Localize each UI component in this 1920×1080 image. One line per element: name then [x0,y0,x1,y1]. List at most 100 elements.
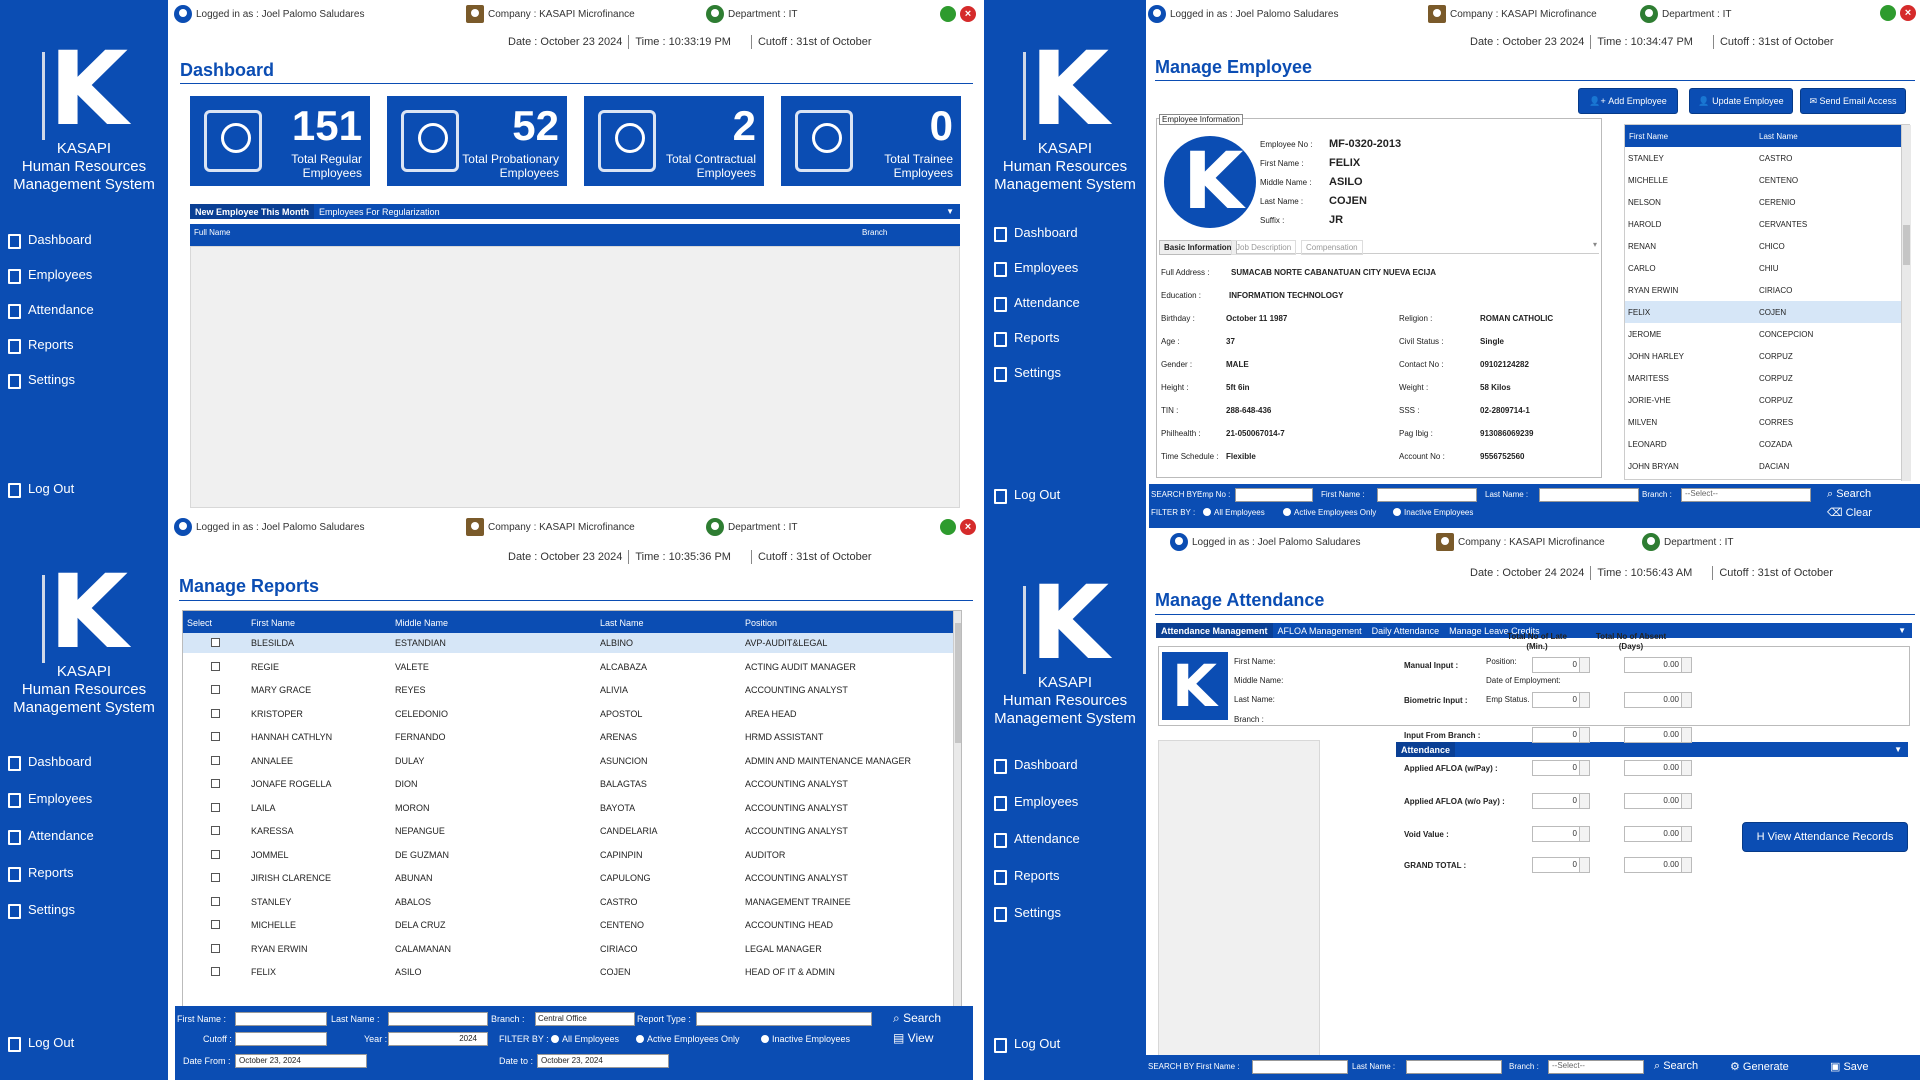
view-button[interactable]: ▤ View [893,1031,933,1045]
table-row[interactable]: RYAN ERWIN CALAMANAN CIRIACO LEGAL MANAGER [183,939,953,959]
list-item[interactable]: LEONARD COZADA [1625,433,1901,455]
list-item[interactable]: CARLO CHIU [1625,257,1901,279]
radio-inactive[interactable]: Inactive Employees [1387,508,1473,517]
clear-button[interactable]: ⌫ Clear [1827,506,1872,519]
row-checkbox[interactable] [211,708,220,718]
nav-reports[interactable]: Reports [992,320,1080,355]
row-checkbox[interactable] [211,896,220,906]
close-button[interactable]: × [960,6,976,22]
table-row[interactable]: MICHELLE DELA CRUZ CENTENO ACCOUNTING HEAD [183,915,953,935]
nav-attendance[interactable]: Attendance [6,292,94,327]
update-employee-button[interactable]: 👤 Update Employee [1689,88,1793,114]
late-stepper[interactable]: 0 [1532,857,1590,873]
table-row[interactable]: JIRISH CLARENCE ABUNAN CAPULONG ACCOUNTING … [183,868,953,888]
tab-new-employee[interactable]: New Employee This Month [190,204,315,219]
last-name-input[interactable] [1539,488,1639,502]
chevron-down-icon[interactable]: ▼ [946,207,954,216]
list-item[interactable]: JORIE-VHE CORPUZ [1625,389,1901,411]
row-checkbox[interactable] [211,661,220,671]
report-type-select[interactable] [696,1012,872,1026]
first-name-input[interactable] [235,1012,327,1026]
nav-employees[interactable]: Employees [992,250,1080,285]
nav-reports[interactable]: Reports [6,854,94,891]
tab-afloa[interactable]: AFLOA Management [1273,623,1367,638]
tab-daily[interactable]: Daily Attendance [1367,623,1445,638]
nav-reports[interactable]: Reports [6,327,94,362]
absent-stepper[interactable]: 0.00 [1624,857,1692,873]
late-stepper[interactable]: 0 [1532,793,1590,809]
table-row[interactable]: FELIX ASILO COJEN HEAD OF IT & ADMIN [183,962,953,982]
row-checkbox[interactable] [211,802,220,812]
table-row[interactable]: MARY GRACE REYES ALIVIA ACCOUNTING ANALYST [183,680,953,700]
radio-active[interactable]: Active Employees Only [630,1034,740,1044]
nav-dashboard[interactable]: Dashboard [6,222,94,257]
row-checkbox[interactable] [211,638,220,647]
list-item[interactable]: JOHN HARLEY CORPUZ [1625,345,1901,367]
tab-attendance-mgmt[interactable]: Attendance Management [1156,623,1273,638]
list-item[interactable]: NELSON CERENIO [1625,191,1901,213]
absent-stepper[interactable]: 0.00 [1624,760,1692,776]
list-item[interactable]: RENAN CHICO [1625,235,1901,257]
list-item[interactable]: MILVEN CORRES [1625,411,1901,433]
absent-stepper[interactable]: 0.00 [1624,657,1692,673]
row-checkbox[interactable] [211,779,220,788]
tab-compensation[interactable]: Compensation [1301,240,1363,255]
chevron-down-icon[interactable]: ▼ [1894,745,1902,754]
late-stepper[interactable]: 0 [1532,692,1590,708]
list-item[interactable]: JEROME CONCEPCION [1625,323,1901,345]
row-checkbox[interactable] [211,755,220,765]
logout-button[interactable]: Log Out [992,1036,1060,1053]
table-row[interactable]: KRISTOPER CELEDONIO APOSTOL AREA HEAD [183,704,953,724]
branch-select[interactable]: --Select-- [1681,488,1811,502]
nav-settings[interactable]: Settings [6,891,94,928]
tab-regularization[interactable]: Employees For Regularization [314,204,445,219]
nav-employees[interactable]: Employees [6,257,94,292]
add-employee-button[interactable]: 👤+ Add Employee [1578,88,1678,114]
table-row[interactable]: JONAFE ROGELLA DION BALAGTAS ACCOUNTING ANA… [183,774,953,794]
search-button[interactable]: ⌕ Search [893,1011,941,1026]
nav-reports[interactable]: Reports [992,857,1080,894]
radio-all[interactable]: All Employees [1197,508,1265,517]
list-item[interactable]: RYAN ERWIN CIRIACO [1625,279,1901,301]
emp-no-input[interactable] [1235,488,1313,502]
logout-button[interactable]: Log Out [6,481,74,498]
table-row[interactable]: JOMMEL DE GUZMAN CAPINPIN AUDITOR [183,845,953,865]
table-row[interactable]: LAILA MORON BAYOTA ACCOUNTING ANALYST [183,798,953,818]
table-row[interactable]: KARESSA NEPANGUE CANDELARIA ACCOUNTING ANAL… [183,821,953,841]
table-row[interactable]: BLESILDA ESTANDIAN ALBINO AVP-AUDIT&LEGAL [183,633,953,653]
table-row[interactable]: ANNALEE DULAY ASUNCION ADMIN AND MAINTENANC… [183,751,953,771]
save-button[interactable]: ▣ Save [1830,1060,1869,1073]
list-scrollbar[interactable] [1901,125,1911,481]
list-item[interactable]: JOHN BRYAN DACIAN [1625,455,1901,477]
row-checkbox[interactable] [211,849,220,859]
late-stepper[interactable]: 0 [1532,760,1590,776]
generate-button[interactable]: ⚙ Generate [1730,1060,1789,1073]
nav-attendance[interactable]: Attendance [992,820,1080,857]
year-stepper[interactable]: 2024 [388,1032,488,1046]
list-item[interactable]: MARITESS CORPUZ [1625,367,1901,389]
table-scrollbar[interactable] [953,611,961,1014]
nav-dashboard[interactable]: Dashboard [992,215,1080,250]
table-row[interactable]: STANLEY ABALOS CASTRO MANAGEMENT TRAINEE [183,892,953,912]
logout-button[interactable]: Log Out [992,487,1060,504]
nav-settings[interactable]: Settings [992,894,1080,931]
row-checkbox[interactable] [211,967,220,976]
last-name-input[interactable] [1406,1060,1502,1074]
absent-stepper[interactable]: 0.00 [1624,826,1692,842]
nav-employees[interactable]: Employees [6,780,94,817]
nav-attendance[interactable]: Attendance [6,817,94,854]
table-row[interactable]: REGIE VALETE ALCABAZA ACTING AUDIT MANAGER [183,657,953,677]
row-checkbox[interactable] [211,732,220,741]
branch-select[interactable]: --Select-- [1548,1060,1644,1074]
date-to-picker[interactable]: October 23, 2024 [537,1054,669,1068]
absent-stepper[interactable]: 0.00 [1624,793,1692,809]
row-checkbox[interactable] [211,873,220,882]
row-checkbox[interactable] [211,943,220,953]
first-name-input[interactable] [1252,1060,1348,1074]
row-checkbox[interactable] [211,920,220,929]
search-button[interactable]: ⌕ Search [1654,1060,1698,1073]
nav-dashboard[interactable]: Dashboard [6,743,94,780]
send-email-button[interactable]: ✉ Send Email Access [1800,88,1906,114]
date-from-picker[interactable]: October 23, 2024 [235,1054,367,1068]
minimize-button[interactable] [1880,5,1896,21]
